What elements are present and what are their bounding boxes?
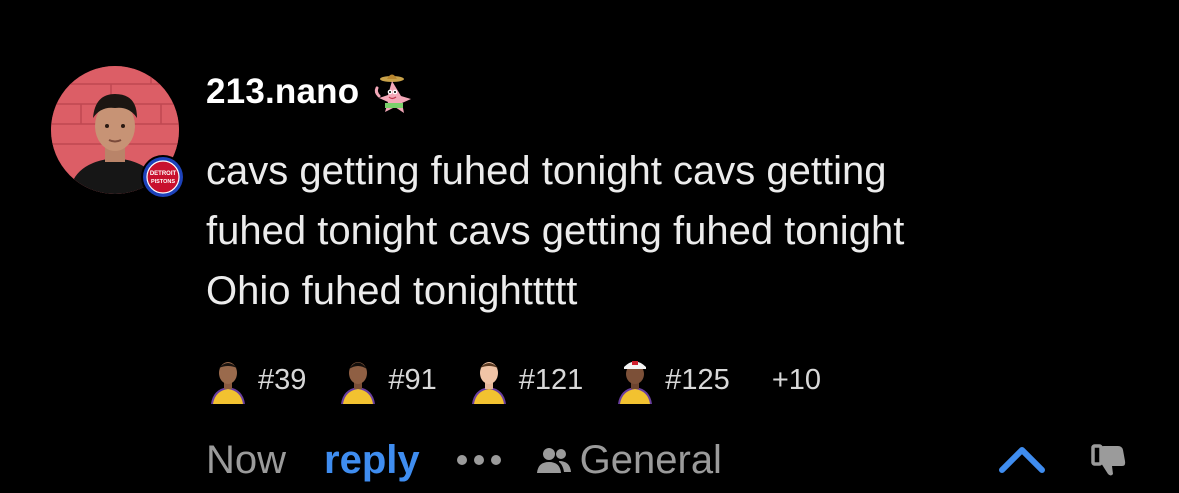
player-head-icon: [618, 361, 653, 404]
reaction-rank: #91: [388, 363, 437, 396]
chevron-up-icon[interactable]: [996, 440, 1048, 480]
reaction-item[interactable]: #121: [467, 356, 584, 404]
reaction-rank: #39: [258, 363, 307, 396]
more-reactions-count[interactable]: +10: [772, 364, 821, 397]
comment-line: fuhed tonight cavs getting fuhed tonight: [206, 209, 905, 253]
comment-line: Ohio fuhed tonighttttt: [206, 269, 578, 313]
reaction-item[interactable]: #125: [613, 356, 730, 404]
thumbs-down-icon[interactable]: [1090, 440, 1130, 480]
timestamp: Now: [206, 437, 287, 482]
player-head-icon: [471, 362, 506, 404]
detroit-pistons-badge: DETROIT PISTONS: [143, 157, 183, 197]
comment-header: 213.nano: [206, 68, 412, 116]
reply-button[interactable]: reply: [324, 438, 420, 483]
reaction-item[interactable]: #39: [206, 356, 306, 404]
reaction-rank: #125: [665, 363, 730, 396]
username[interactable]: 213.nano: [206, 72, 359, 112]
channel-button[interactable]: General: [536, 438, 722, 483]
people-icon: [536, 448, 571, 473]
comment-line: cavs getting fuhed tonight cavs getting: [206, 149, 887, 193]
patrick-star-sombrero-flair-icon: [375, 74, 412, 113]
reaction-list: #39 #91 #121 #125 +10: [206, 352, 821, 408]
reaction-rank: #121: [518, 363, 584, 396]
channel-label: General: [579, 437, 722, 482]
more-dots-icon[interactable]: [454, 450, 504, 470]
comment-actions: Now reply General: [206, 432, 722, 488]
comment-body: cavs getting fuhed tonight cavs getting …: [206, 141, 1156, 321]
player-head-icon: [341, 362, 376, 404]
reaction-item[interactable]: #91: [336, 356, 437, 404]
team-badge: DETROIT PISTONS: [141, 155, 185, 199]
badge-text-top: DETROIT: [150, 171, 177, 177]
badge-text-bottom: PISTONS: [151, 179, 175, 185]
player-head-icon: [211, 362, 245, 404]
